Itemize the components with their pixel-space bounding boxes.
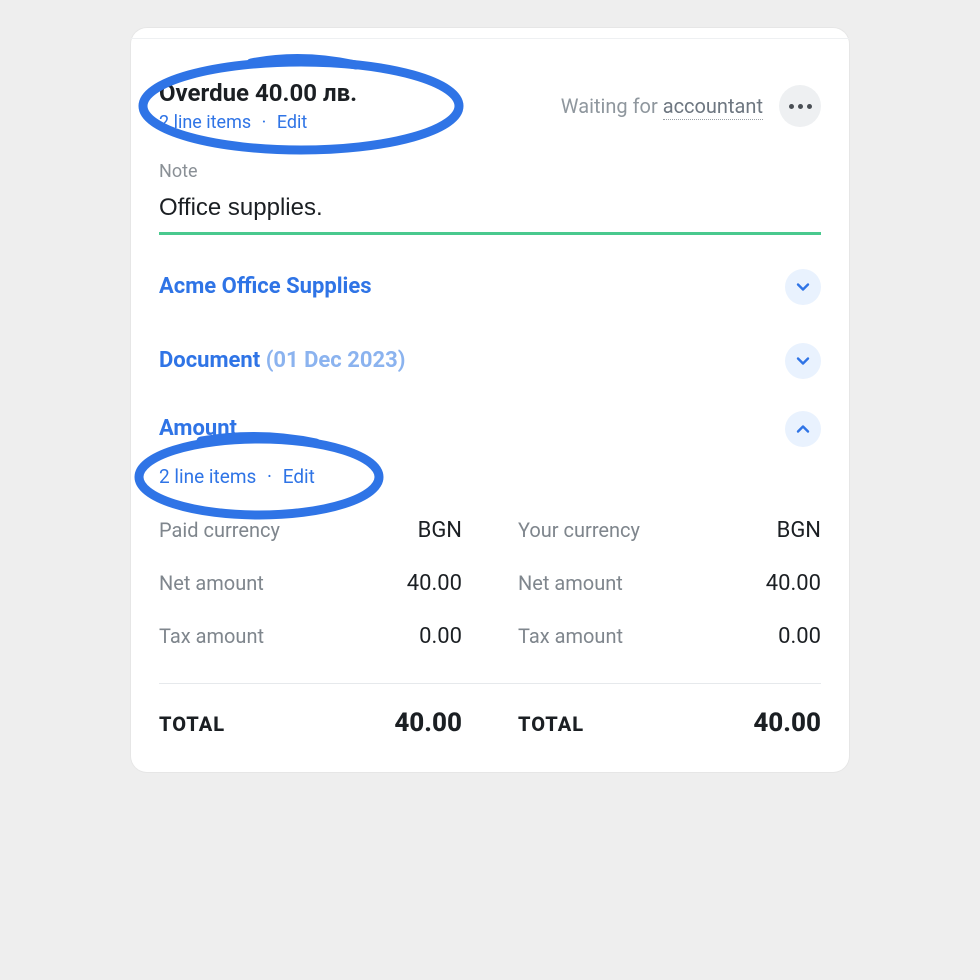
your-tax-value: 0.00 — [778, 624, 821, 649]
your-total-row: TOTAL 40.00 — [518, 708, 821, 738]
your-net-label: Net amount — [518, 571, 623, 595]
your-currency-value: BGN — [777, 518, 821, 543]
note-block: Note — [131, 143, 849, 241]
dot-icon — [807, 104, 812, 109]
your-tax-label: Tax amount — [518, 624, 623, 648]
chevron-down-icon — [795, 279, 811, 295]
your-tax-row: Tax amount 0.00 — [518, 624, 821, 649]
edit-link[interactable]: Edit — [283, 465, 315, 488]
supplier-title[interactable]: Acme Office Supplies — [159, 274, 372, 299]
your-currency-label: Your currency — [518, 518, 640, 542]
paid-currency-value: BGN — [418, 518, 462, 543]
separator-dot: · — [256, 112, 273, 133]
overdue-title: Overdue 40.00 лв. — [159, 79, 357, 108]
header: Overdue 40.00 лв. 2 line items · Edit Wa… — [131, 39, 849, 143]
invoice-card: Overdue 40.00 лв. 2 line items · Edit Wa… — [131, 28, 849, 772]
section-amount: Amount 2 line items · Edit Paid currency… — [131, 389, 849, 762]
chevron-up-icon — [795, 421, 811, 437]
your-net-row: Net amount 40.00 — [518, 571, 821, 596]
chevron-down-icon — [795, 353, 811, 369]
your-total-value: 40.00 — [753, 708, 821, 738]
your-net-value: 40.00 — [766, 571, 821, 596]
paid-total-row: TOTAL 40.00 — [159, 708, 462, 738]
header-right: Waiting for accountant — [561, 85, 821, 127]
line-items-count[interactable]: 2 line items — [159, 465, 256, 488]
collapse-amount-button[interactable] — [785, 411, 821, 447]
more-menu-button[interactable] — [779, 85, 821, 127]
section-supplier: Acme Office Supplies — [131, 241, 849, 315]
paid-currency-row: Paid currency BGN — [159, 518, 462, 543]
divider — [159, 683, 821, 684]
line-items-count[interactable]: 2 line items — [159, 112, 251, 133]
dot-icon — [789, 104, 794, 109]
paid-total-label: TOTAL — [159, 712, 225, 736]
edit-link[interactable]: Edit — [277, 112, 307, 133]
dot-icon — [798, 104, 803, 109]
note-input[interactable] — [159, 190, 821, 235]
header-left: Overdue 40.00 лв. 2 line items · Edit — [159, 79, 357, 133]
section-document: Document (01 Dec 2023) — [131, 315, 849, 389]
amount-grid: Paid currency BGN Your currency BGN Net … — [159, 488, 821, 655]
paid-net-row: Net amount 40.00 — [159, 571, 462, 596]
amount-title[interactable]: Amount — [159, 416, 237, 441]
paid-tax-value: 0.00 — [419, 624, 462, 649]
expand-supplier-button[interactable] — [785, 269, 821, 305]
waiting-for-label: Waiting for accountant — [561, 94, 763, 118]
document-label: Document — [159, 348, 260, 373]
your-currency-row: Your currency BGN — [518, 518, 821, 543]
your-total-label: TOTAL — [518, 712, 584, 736]
paid-net-label: Net amount — [159, 571, 264, 595]
totals-row: TOTAL 40.00 TOTAL 40.00 — [159, 702, 821, 752]
expand-document-button[interactable] — [785, 343, 821, 379]
document-date: (01 Dec 2023) — [266, 348, 406, 373]
waiting-role[interactable]: accountant — [663, 94, 763, 120]
separator-dot: · — [261, 465, 278, 488]
paid-net-value: 40.00 — [407, 571, 462, 596]
waiting-prefix: Waiting for — [561, 94, 663, 118]
paid-total-value: 40.00 — [394, 708, 462, 738]
amount-subline: 2 line items · Edit — [159, 465, 821, 488]
paid-currency-label: Paid currency — [159, 518, 280, 542]
note-label: Note — [159, 161, 821, 182]
header-subline: 2 line items · Edit — [159, 112, 357, 133]
paid-tax-row: Tax amount 0.00 — [159, 624, 462, 649]
document-title[interactable]: Document (01 Dec 2023) — [159, 348, 405, 373]
paid-tax-label: Tax amount — [159, 624, 264, 648]
